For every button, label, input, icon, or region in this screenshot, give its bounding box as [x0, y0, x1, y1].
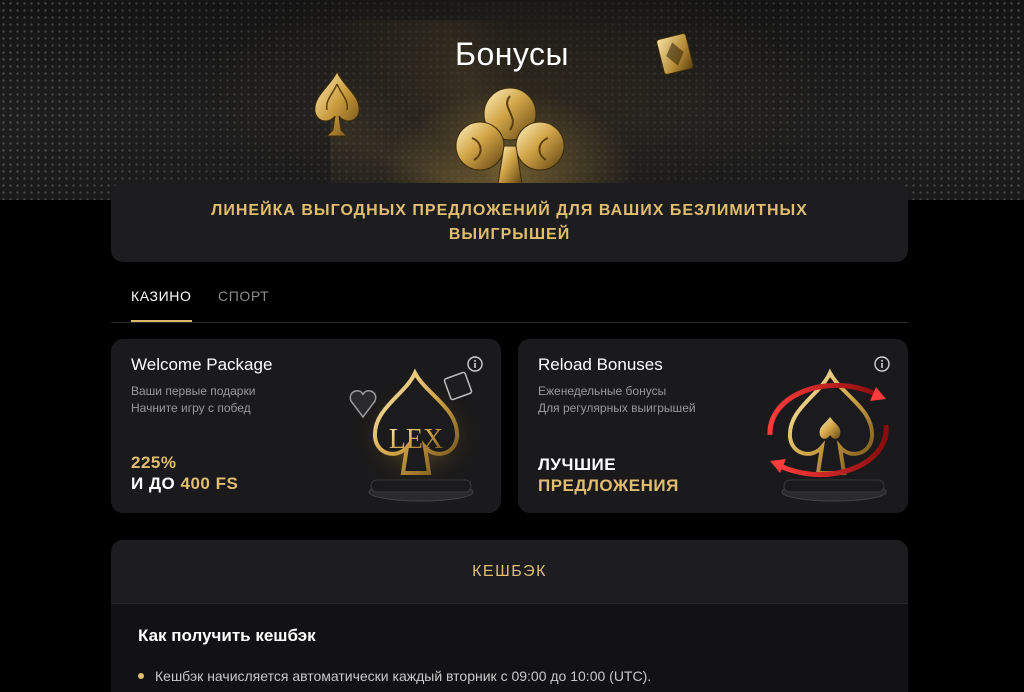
offer-prefix: И ДО	[131, 474, 181, 493]
card-art-lex-text: LEX	[389, 424, 443, 455]
card-desc-line: Еженедельные бонусы	[538, 384, 667, 398]
card-offer: ЛУЧШИЕ ПРЕДЛОЖЕНИЯ	[538, 454, 679, 496]
welcome-package-card[interactable]: Welcome Package Ваши первые подарки Начн…	[111, 339, 501, 513]
tab-bar: КАЗИНО СПОРТ	[111, 280, 908, 323]
card-desc-line: Для регулярных выигрышей	[538, 401, 696, 415]
page-title: Бонусы	[454, 36, 570, 72]
subtitle-text: ЛИНЕЙКА ВЫГОДНЫХ ПРЕДЛОЖЕНИЙ ДЛЯ ВАШИХ Б…	[211, 201, 808, 243]
list-item: Кешбэк начисляется автоматически каждый …	[138, 668, 651, 684]
spade-icon	[314, 70, 360, 137]
offer-line-1: ЛУЧШИЕ	[538, 455, 617, 474]
cashback-subtitle: Как получить кешбэк	[138, 626, 316, 645]
club-icon	[455, 87, 565, 185]
tab-sport[interactable]: СПОРТ	[218, 288, 269, 304]
list-item-text: Кешбэк начисляется автоматически каждый …	[155, 668, 652, 684]
card-desc-line: Ваши первые подарки	[131, 384, 256, 398]
tab-casino[interactable]: КАЗИНО	[131, 288, 191, 304]
offer-highlight: 400 FS	[180, 474, 239, 493]
card-title: Reload Bonuses	[538, 355, 663, 374]
card-description: Еженедельные бонусы Для регулярных выигр…	[538, 383, 696, 417]
offer-line-2: ПРЕДЛОЖЕНИЯ	[538, 476, 679, 495]
cashback-section: КЕШБЭК Как получить кешбэк Кешбэк начисл…	[111, 540, 908, 692]
spade-trophy-icon: LEX	[349, 368, 485, 502]
card-offer: 225% И ДО 400 FS	[131, 452, 238, 494]
hero-banner: Бонусы	[0, 0, 1024, 200]
cashback-header[interactable]: КЕШБЭК	[111, 540, 908, 604]
cashback-title: КЕШБЭК	[472, 562, 547, 580]
reload-bonuses-card[interactable]: Reload Bonuses Еженедельные бонусы Для р…	[518, 339, 908, 513]
card-title: Welcome Package	[131, 355, 273, 374]
card-desc-line: Начните игру с побед	[131, 401, 251, 415]
card-description: Ваши первые подарки Начните игру с побед	[131, 383, 255, 417]
spade-reload-icon	[767, 368, 889, 502]
active-tab-indicator	[131, 320, 192, 322]
offer-percent: 225%	[131, 453, 177, 472]
bullet-icon	[138, 673, 144, 679]
subtitle-banner: ЛИНЕЙКА ВЫГОДНЫХ ПРЕДЛОЖЕНИЙ ДЛЯ ВАШИХ Б…	[111, 183, 908, 262]
